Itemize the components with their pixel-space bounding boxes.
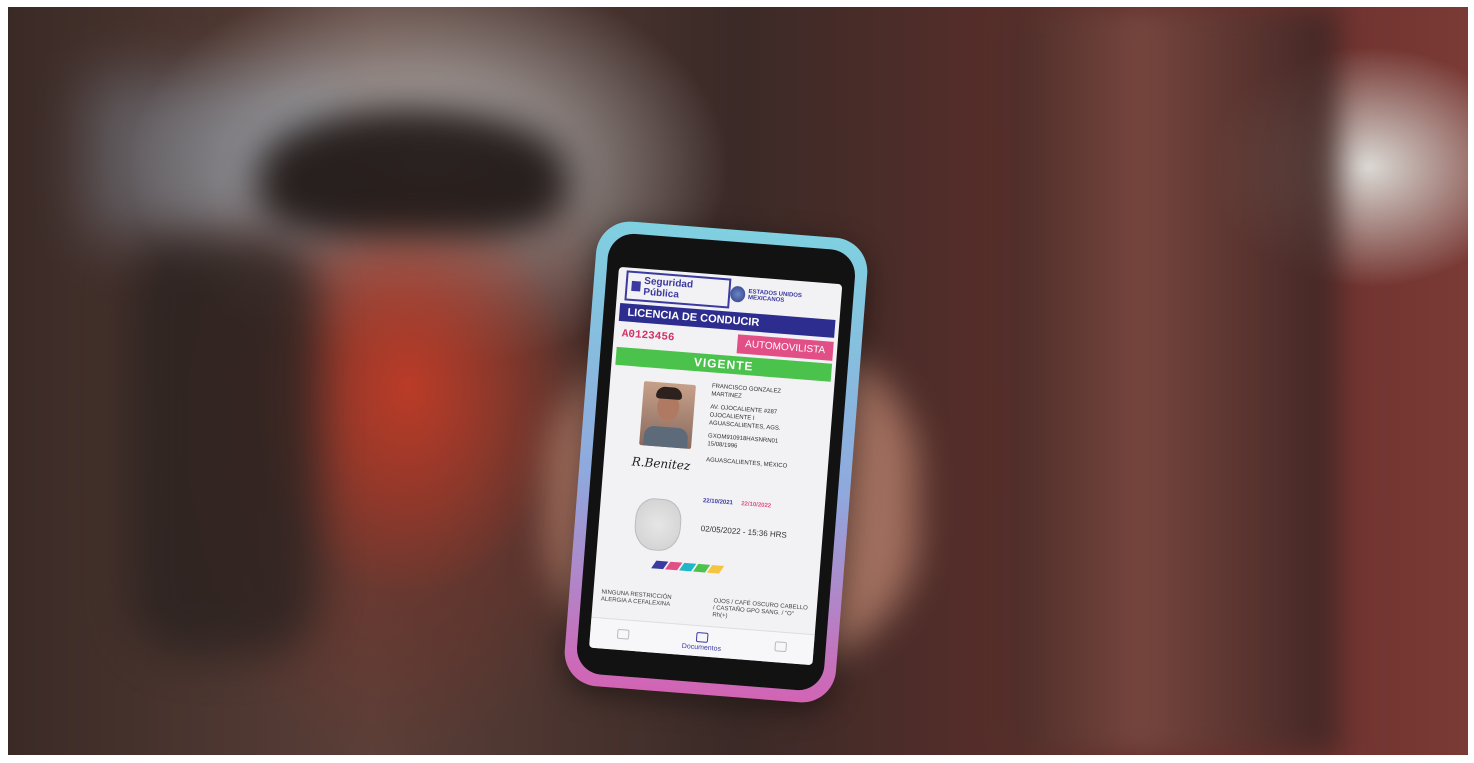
phone-screen: Seguridad Pública ESTADOS UNIDOS MEXICAN… (589, 266, 843, 666)
validity-dates: 22/10/2021 22/10/2022 (703, 498, 772, 509)
national-seal: ESTADOS UNIDOS MEXICANOS (729, 285, 834, 310)
tab-other[interactable] (774, 641, 788, 654)
logo-icon (631, 280, 642, 292)
photo-scene: Seguridad Pública ESTADOS UNIDOS MEXICAN… (8, 7, 1468, 755)
seguridad-publica-logo: Seguridad Pública (624, 270, 732, 309)
brand-label: Seguridad Pública (642, 275, 694, 301)
holder-signature: R.Benitez (631, 454, 691, 473)
photo-hair (655, 386, 683, 401)
tab-home[interactable] (616, 628, 630, 642)
smartphone: Seguridad Pública ESTADOS UNIDOS MEXICAN… (562, 219, 870, 705)
tab-documents[interactable]: Documentos (682, 630, 723, 652)
holder-photo (639, 381, 696, 449)
tab-documents-label: Documentos (681, 642, 722, 653)
seal-icon (729, 285, 746, 303)
phone-bezel: Seguridad Pública ESTADOS UNIDOS MEXICAN… (575, 231, 857, 693)
person-hair-blur (258, 107, 568, 237)
document-icon (695, 631, 709, 643)
decorative-stripes (651, 560, 725, 574)
car-door-pillar-blur (1008, 7, 1338, 755)
holder-info: FRANCISCO GONZALEZ MARTINEZ AV. OJOCALIE… (706, 382, 808, 471)
car-seat-blur (128, 237, 318, 657)
license-category: AUTOMOVILISTA (736, 333, 834, 361)
query-timestamp: 02/05/2022 - 15:36 HRS (700, 524, 788, 540)
stripe (706, 565, 725, 574)
expiry-date: 22/10/2022 (740, 501, 772, 510)
license-body: FRANCISCO GONZALEZ MARTINEZ AV. OJOCALIE… (593, 366, 834, 613)
seal-text: ESTADOS UNIDOS MEXICANOS (747, 289, 803, 304)
menu-icon (774, 641, 788, 653)
license-number: A0123456 (621, 328, 675, 345)
photo-shirt (643, 425, 689, 449)
issue-date: 22/10/2021 (702, 498, 734, 507)
state-emblem-icon (632, 496, 683, 553)
home-icon (616, 628, 630, 640)
